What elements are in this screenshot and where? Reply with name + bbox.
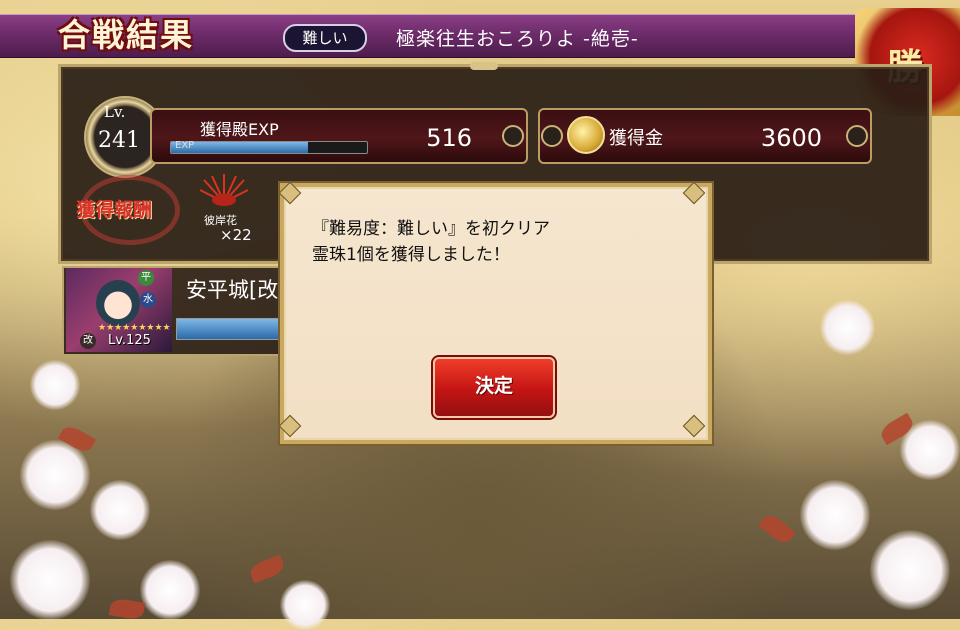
leaf-decoration	[108, 597, 146, 621]
character-exp-gauge-fill	[177, 319, 280, 339]
ring-ornament-icon	[502, 125, 524, 147]
upgrade-badge: 改	[80, 333, 96, 349]
exp-gauge-label: EXP	[175, 140, 195, 151]
coin-icon	[567, 116, 605, 154]
stage-name: 極楽往生おころりよ -絶壱-	[396, 28, 639, 50]
dialog-message-line1: 『難易度：難しい』を初クリア	[312, 219, 550, 239]
ring-ornament-icon	[541, 125, 563, 147]
blossom-decoration	[280, 580, 330, 630]
blossom-decoration	[90, 480, 150, 540]
reward-label: 獲得報酬	[76, 199, 153, 221]
level-value: 241	[98, 128, 140, 153]
character-level: Lv.125	[108, 333, 151, 348]
difficulty-badge: 難しい	[283, 24, 367, 52]
blossom-decoration	[10, 540, 90, 620]
rarity-stars: ★★★★★★★★★	[98, 323, 171, 333]
blossom-decoration	[20, 440, 90, 510]
exp-label: 獲得殿EXP	[200, 120, 279, 139]
blossom-decoration	[140, 560, 200, 620]
character-name: 安平城[改	[186, 278, 279, 302]
exp-value: 516	[426, 124, 472, 152]
level-label: Lv.	[104, 103, 126, 121]
character-exp-gauge	[176, 318, 286, 340]
attribute-badge: 水	[140, 292, 156, 308]
blossom-decoration	[870, 530, 950, 610]
gold-label: 獲得金	[609, 128, 663, 149]
panel-ornament	[470, 62, 498, 70]
exp-gauge: EXP	[170, 140, 368, 154]
blossom-decoration	[30, 360, 80, 410]
blossom-decoration	[800, 480, 870, 550]
confirm-button[interactable]: 決定	[433, 357, 555, 418]
ring-ornament-icon	[846, 125, 868, 147]
type-badge: 平	[138, 270, 154, 286]
reward-item-count: ×22	[220, 226, 252, 244]
character-avatar	[96, 280, 140, 326]
leaf-decoration	[758, 511, 796, 547]
gold-value: 3600	[760, 124, 822, 152]
page-title: 合戦結果	[58, 16, 195, 54]
dialog-message-line2: 霊珠1個を獲得しました！	[312, 245, 510, 265]
blossom-decoration	[820, 300, 875, 355]
spider-lily-icon	[199, 174, 249, 206]
leaf-decoration	[247, 554, 287, 584]
